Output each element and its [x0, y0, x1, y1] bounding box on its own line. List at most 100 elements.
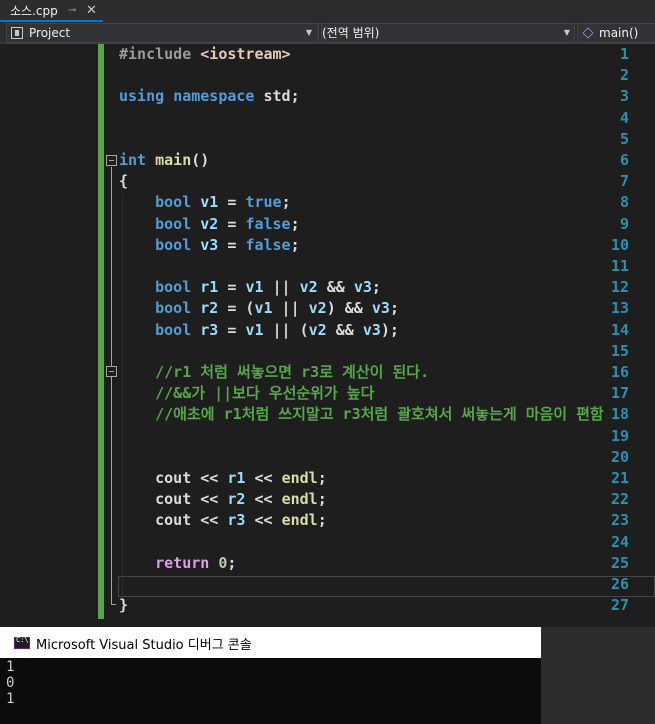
code-token: ); — [380, 320, 399, 339]
chevron-down-icon: ▼ — [563, 28, 570, 37]
member-dropdown[interactable]: main() — [577, 23, 655, 43]
code-token: = — [218, 278, 246, 297]
code-token: endl — [281, 490, 318, 509]
code-line[interactable]: int main() — [119, 150, 209, 171]
line-number: 9 — [619, 214, 629, 233]
code-token: cout << — [119, 469, 228, 487]
code-line[interactable]: cout << r3 << endl; — [119, 510, 327, 531]
code-line[interactable]: return 0; — [119, 553, 236, 574]
code-token: v1 — [245, 320, 264, 339]
line-number: 19 — [610, 426, 629, 445]
code-line[interactable]: { — [119, 171, 128, 192]
code-line[interactable]: cout << r2 << endl; — [119, 489, 327, 510]
line-number: 23 — [610, 511, 629, 530]
line-number: 4 — [619, 108, 629, 127]
code-token: ; — [317, 469, 327, 487]
debug-console-window[interactable]: Microsoft Visual Studio 디버그 콘솔 101 — [0, 627, 541, 724]
code-line[interactable]: bool r1 = v1 || v2 && v3; — [119, 277, 381, 298]
console-titlebar[interactable]: Microsoft Visual Studio 디버그 콘솔 — [0, 627, 541, 658]
code-line[interactable]: //r1 처럼 써놓으면 r3로 계산이 된다. — [119, 362, 429, 383]
collapse-comment-icon[interactable] — [106, 366, 117, 377]
line-number: 7 — [619, 172, 629, 191]
code-line[interactable]: } — [119, 595, 128, 616]
tab-source-cpp[interactable]: 소스.cpp ⊸ ✕ — [0, 0, 103, 22]
code-token: #include — [119, 45, 201, 63]
code-token: } — [119, 596, 129, 615]
line-number: 24 — [610, 532, 629, 551]
console-title: Microsoft Visual Studio 디버그 콘솔 — [36, 638, 252, 653]
line-number: 15 — [610, 341, 629, 360]
line-number: 25 — [610, 553, 629, 572]
code-token: endl — [281, 511, 318, 530]
code-token: ) && — [326, 299, 372, 318]
code-token: v2 — [308, 320, 327, 339]
line-number: 26 — [610, 575, 629, 593]
line-number: 20 — [610, 447, 629, 466]
code-token: //애초에 r1처럼 쓰지말고 r3처럼 괄호쳐서 써놓는게 마음이 편함 — [155, 405, 604, 424]
console-output-line: 0 — [6, 675, 15, 691]
code-line[interactable]: bool v2 = false; — [119, 214, 300, 235]
code-token: ; — [371, 278, 381, 297]
member-label: main() — [599, 26, 639, 40]
code-token: ; — [290, 214, 300, 233]
code-token: || — [263, 278, 300, 297]
line-number: 17 — [610, 384, 629, 403]
code-token: bool — [155, 278, 201, 297]
code-token: main — [155, 151, 192, 169]
code-token: endl — [281, 469, 318, 487]
line-number: 12 — [610, 278, 629, 297]
collapse-main-icon[interactable] — [106, 155, 117, 166]
code-line[interactable]: bool r3 = v1 || (v2 && v3); — [119, 320, 399, 341]
code-token: bool — [155, 214, 201, 233]
code-line[interactable]: bool r2 = (v1 || v2) && v3; — [119, 298, 399, 319]
pin-icon[interactable]: ⊸ — [68, 0, 76, 22]
code-line[interactable]: //&&가 ||보다 우선순위가 높다 — [119, 383, 374, 404]
project-dropdown[interactable]: Project ▼ — [6, 23, 319, 43]
line-number: 21 — [610, 469, 629, 487]
code-token: = ( — [218, 299, 255, 318]
code-token: = — [218, 320, 246, 339]
line-number: 16 — [610, 363, 629, 381]
code-line[interactable]: using namespace std; — [119, 86, 300, 107]
console-output-line: 1 — [6, 691, 15, 707]
code-line[interactable]: #include <iostream> — [119, 44, 291, 65]
code-line[interactable]: //애초에 r1처럼 쓰지말고 r3처럼 괄호쳐서 써놓는게 마음이 편함 — [119, 404, 604, 425]
code-token: = — [218, 193, 246, 212]
code-token: cout << — [119, 511, 228, 530]
code-token: v2 — [308, 299, 327, 318]
project-icon — [11, 27, 23, 39]
code-token: bool — [155, 320, 201, 339]
change-tracking-bar — [98, 44, 104, 619]
outline-end — [111, 604, 116, 605]
code-line[interactable]: bool v1 = true; — [119, 192, 290, 213]
line-number: 10 — [610, 235, 629, 254]
code-token: false — [245, 235, 291, 254]
code-token: //r1 처럼 써놓으면 r3로 계산이 된다. — [155, 363, 430, 381]
code-line[interactable]: bool v3 = false; — [119, 235, 300, 256]
code-token: bool — [155, 235, 201, 254]
code-token: using — [119, 87, 174, 106]
line-number: 27 — [610, 596, 629, 615]
code-token: v3 — [362, 320, 381, 339]
code-token: namespace — [173, 87, 264, 106]
code-token: false — [245, 214, 291, 233]
line-number: 11 — [610, 257, 629, 275]
close-icon[interactable]: ✕ — [86, 0, 97, 22]
code-editor[interactable]: 1 #include <iostream> 2 3 using namespace st… — [0, 44, 655, 624]
code-line[interactable]: cout << r1 << endl; — [119, 468, 327, 489]
background-panel — [541, 627, 655, 724]
code-token: r3 — [227, 511, 246, 530]
line-number: 22 — [610, 490, 629, 509]
line-number-gutter — [0, 44, 100, 624]
line-number: 6 — [619, 151, 629, 169]
code-token: << — [245, 490, 282, 509]
code-token: r3 — [200, 320, 219, 339]
scope-dropdown[interactable]: (전역 범위) ▼ — [321, 23, 575, 43]
code-token: cout << — [119, 490, 228, 509]
code-token: <iostream> — [200, 45, 291, 63]
